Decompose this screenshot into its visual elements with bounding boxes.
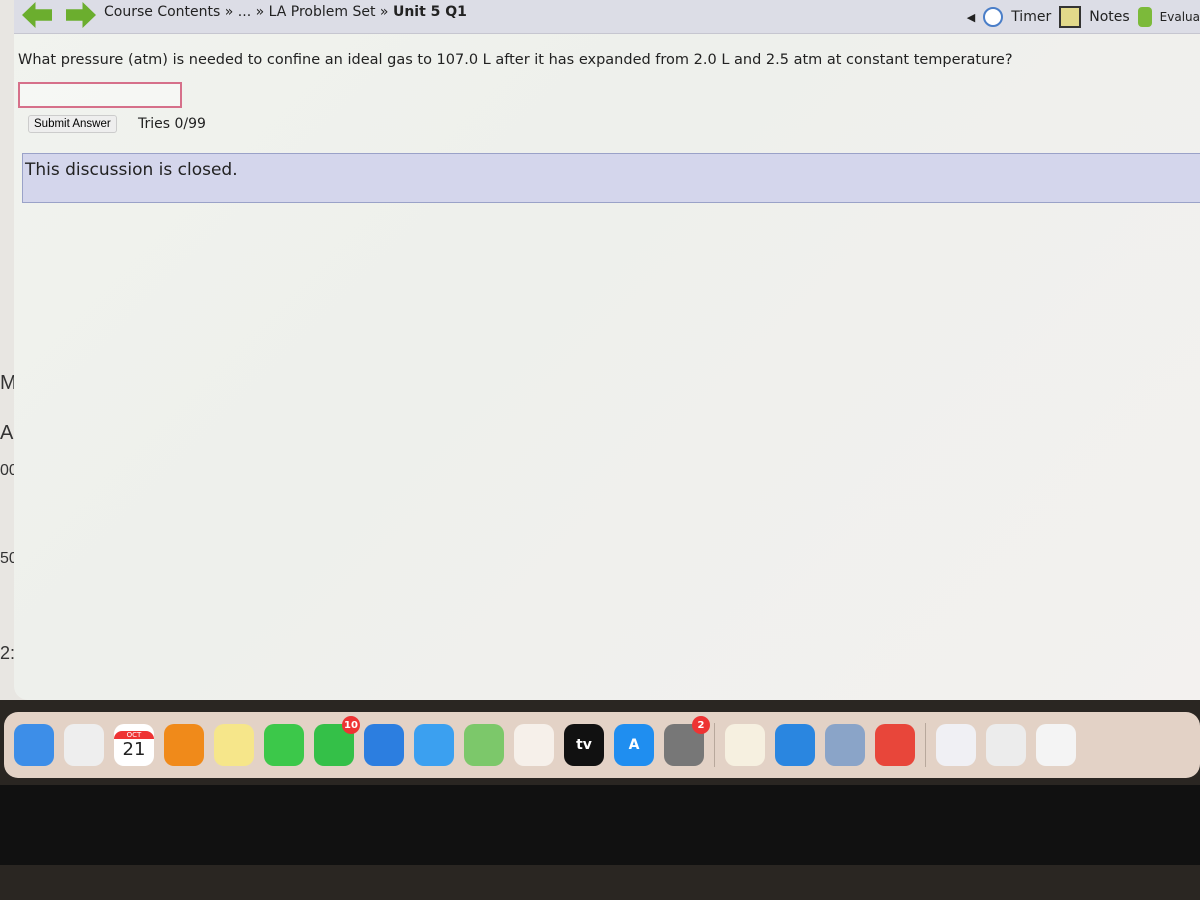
window-thumbnail-icon[interactable] — [936, 724, 976, 766]
forward-arrow-icon[interactable] — [66, 2, 96, 28]
safari-icon[interactable] — [364, 724, 404, 766]
pages-icon[interactable] — [164, 724, 204, 766]
notification-badge: 2 — [692, 716, 710, 734]
timer-icon[interactable] — [983, 7, 1004, 27]
app-label: tv — [576, 737, 592, 753]
breadcrumb-separator: » — [379, 4, 389, 20]
breadcrumb-ellipsis[interactable]: ... — [238, 4, 251, 20]
window-thumbnail-icon[interactable] — [986, 724, 1026, 766]
evaluate-button[interactable]: Evalua — [1160, 10, 1200, 24]
messages-icon[interactable] — [264, 724, 304, 766]
finder-icon[interactable] — [14, 724, 54, 766]
calendar-icon[interactable]: OCT 21 — [114, 724, 154, 766]
appletv-icon[interactable]: tv — [564, 724, 604, 766]
evaluate-icon[interactable] — [1137, 7, 1152, 27]
answer-input[interactable] — [18, 82, 182, 108]
chrome-icon[interactable] — [875, 724, 915, 766]
collapse-arrow-icon[interactable]: ◀ — [967, 11, 975, 24]
photos-icon[interactable] — [514, 724, 554, 766]
icloud-icon[interactable] — [725, 724, 765, 766]
calendar-day: 21 — [122, 738, 146, 760]
notification-badge: 10 — [342, 716, 360, 734]
toolbar: ◀ Timer Notes Evalua — [967, 6, 1200, 28]
screen-bezel — [0, 785, 1200, 865]
system-settings-icon[interactable]: 2 — [664, 716, 710, 766]
keynote-icon[interactable] — [775, 724, 815, 766]
submit-answer-button[interactable]: Submit Answer — [28, 115, 117, 133]
maps-icon[interactable] — [464, 724, 504, 766]
breadcrumb-separator: » — [255, 4, 265, 20]
notes-button[interactable]: Notes — [1089, 9, 1129, 25]
breadcrumb-course-contents[interactable]: Course Contents — [104, 4, 220, 20]
launchpad-icon[interactable] — [64, 724, 104, 766]
preview-icon[interactable] — [825, 724, 865, 766]
app-label: A — [628, 737, 640, 753]
dock-separator — [925, 723, 926, 767]
breadcrumb-problem-set[interactable]: LA Problem Set — [269, 4, 376, 20]
notes-icon[interactable] — [1059, 6, 1082, 28]
top-navigation-bar: Course Contents » ... » LA Problem Set »… — [14, 0, 1200, 34]
breadcrumb-separator: » — [224, 4, 234, 20]
dock-separator — [714, 723, 715, 767]
mail-icon[interactable] — [414, 724, 454, 766]
discussion-closed-banner: This discussion is closed. — [22, 153, 1200, 203]
dock: OCT 21 10 tv A 2 — [4, 712, 1200, 778]
appstore-icon[interactable]: A — [614, 724, 654, 766]
breadcrumb: Course Contents » ... » LA Problem Set »… — [104, 4, 467, 20]
breadcrumb-current: Unit 5 Q1 — [392, 4, 467, 20]
back-arrow-icon[interactable] — [22, 2, 52, 28]
question-text: What pressure (atm) is needed to confine… — [18, 52, 1013, 68]
tries-counter: Tries 0/99 — [138, 116, 206, 132]
notes-icon[interactable] — [214, 724, 254, 766]
calendar-month: OCT — [114, 730, 154, 739]
browser-window: Course Contents » ... » LA Problem Set »… — [14, 0, 1200, 700]
window-thumbnail-icon[interactable] — [1036, 724, 1076, 766]
timer-button[interactable]: Timer — [1011, 9, 1051, 25]
facetime-icon[interactable]: 10 — [314, 716, 360, 766]
